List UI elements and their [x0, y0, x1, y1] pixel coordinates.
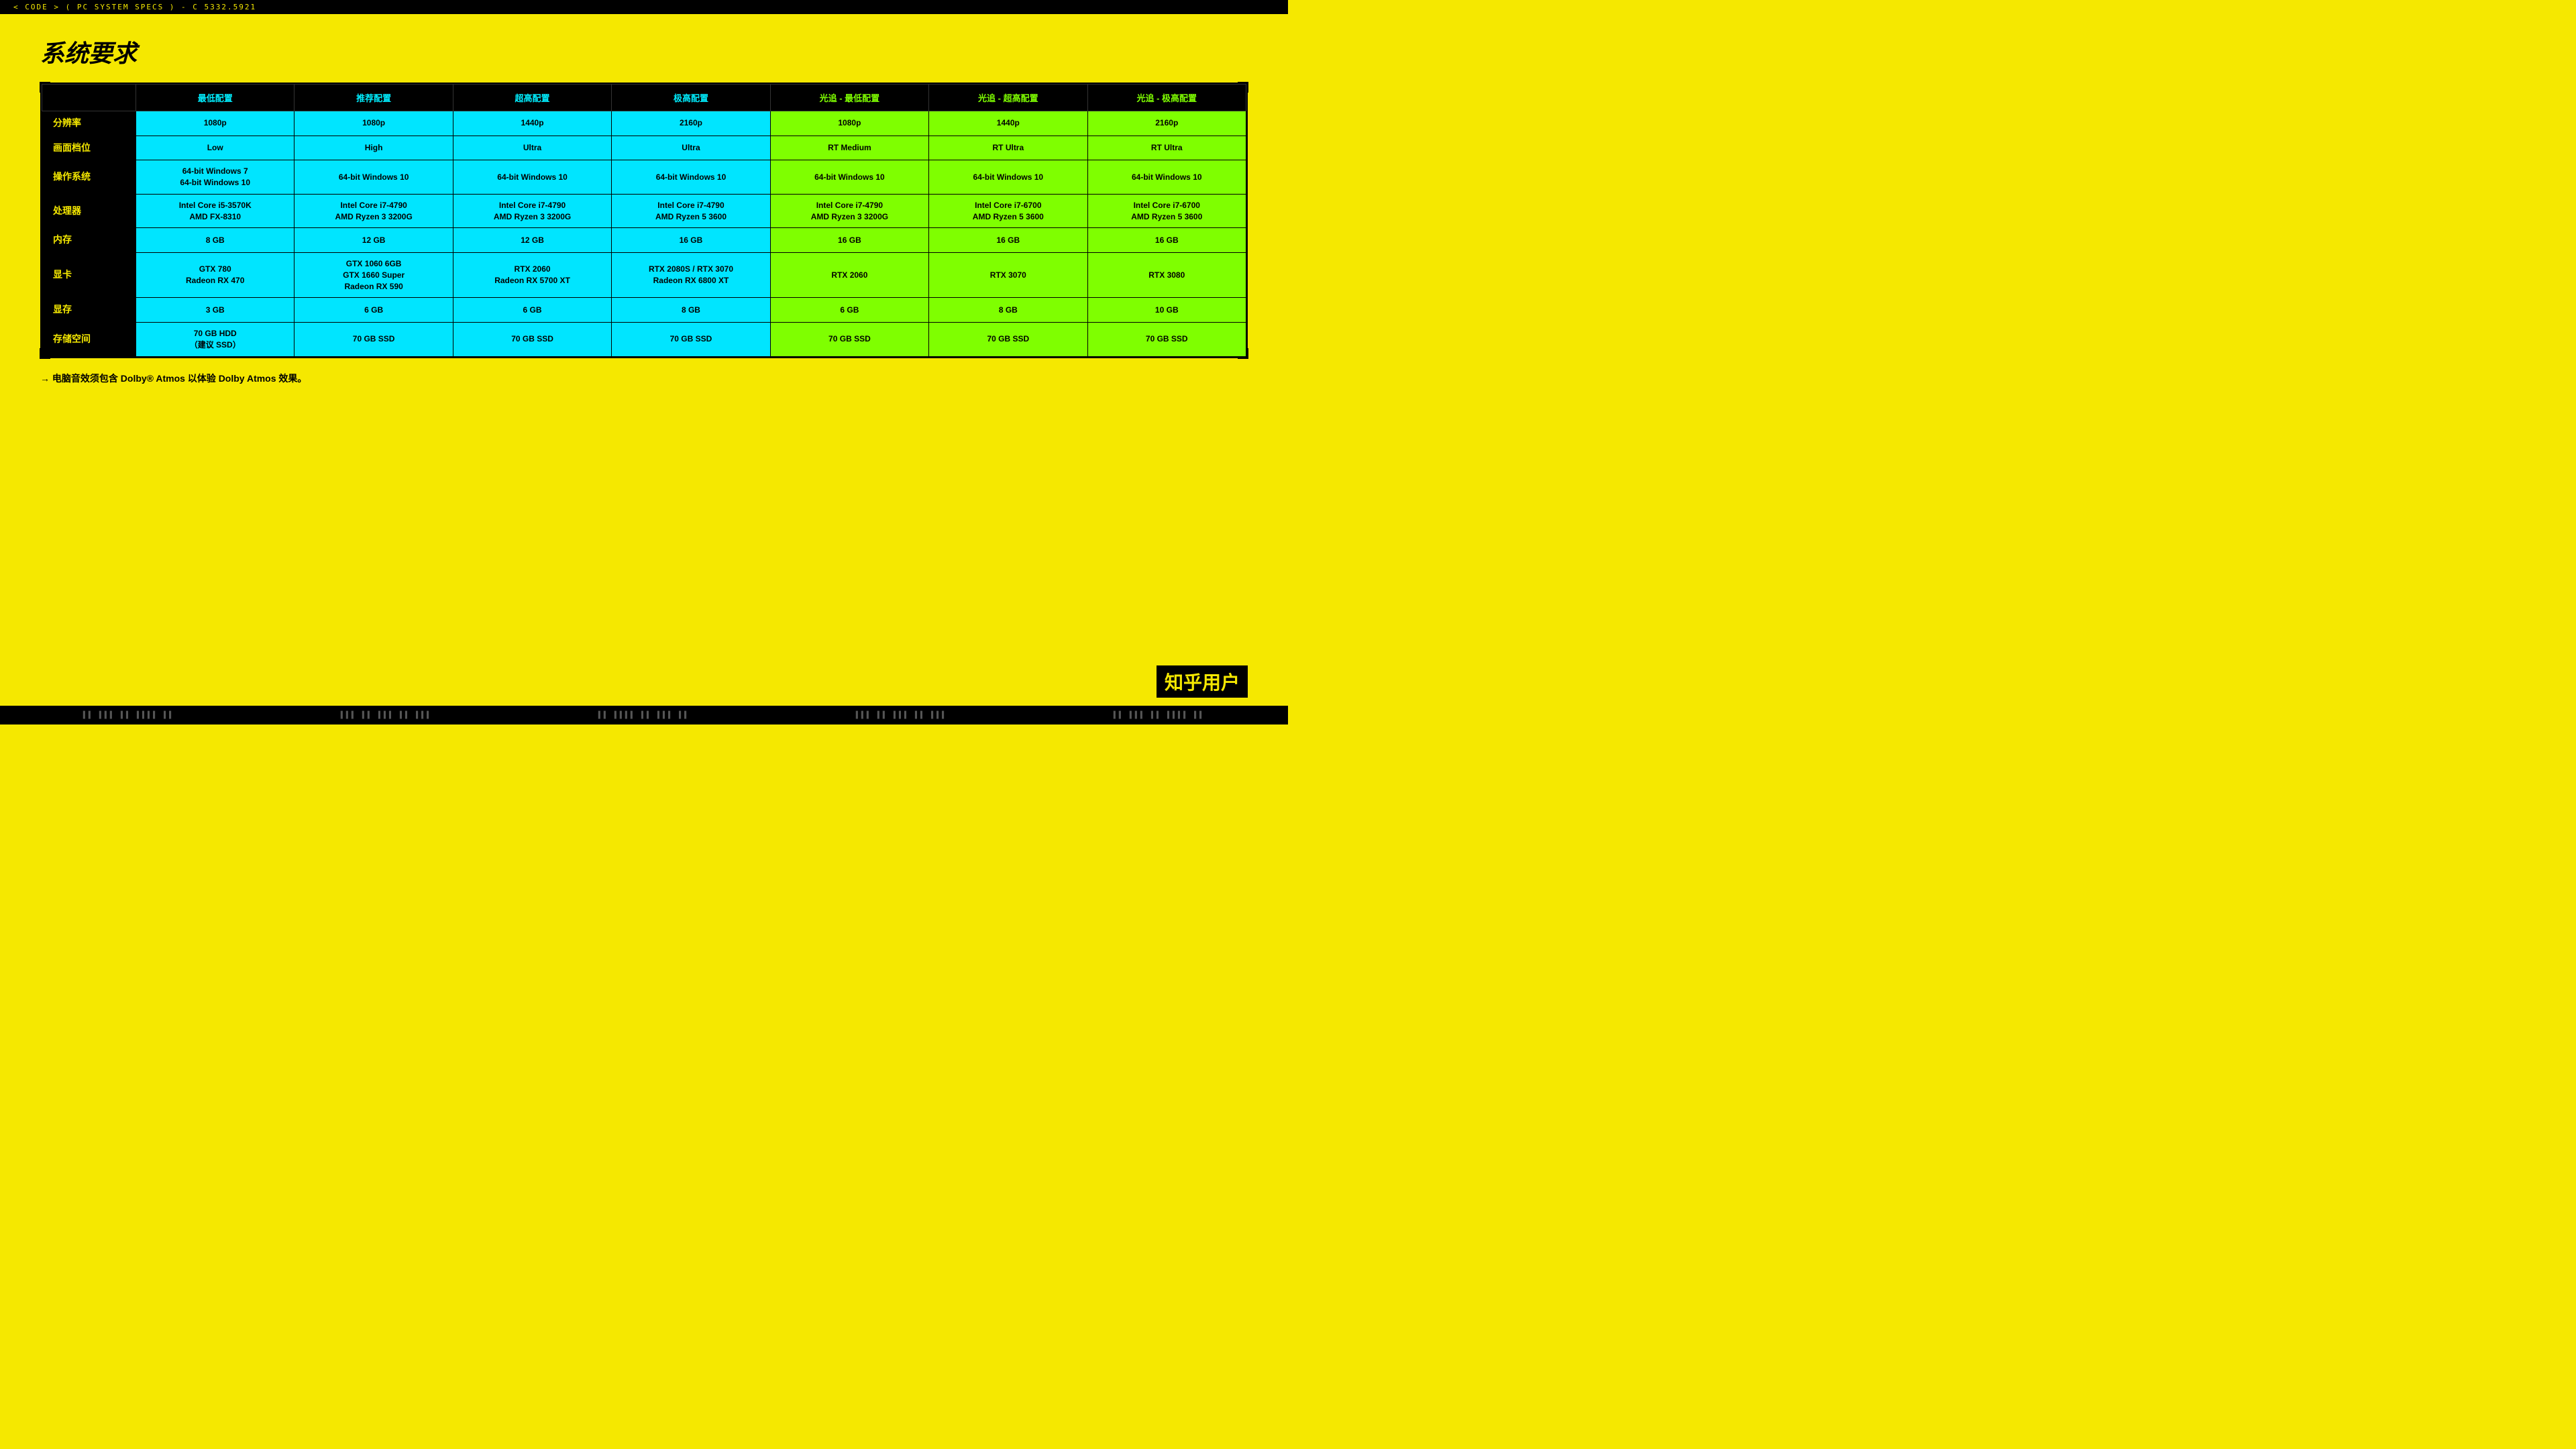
table-row: 操作系统64-bit Windows 7 64-bit Windows 1064… [42, 160, 1246, 195]
cell-3-2: Intel Core i7-4790 AMD Ryzen 3 3200G [453, 194, 611, 228]
cell-4-2: 12 GB [453, 228, 611, 253]
row-label-5: 显卡 [42, 252, 136, 297]
cell-2-6: 64-bit Windows 10 [1087, 160, 1246, 195]
row-label-0: 分辨率 [42, 111, 136, 136]
cell-0-6: 2160p [1087, 111, 1246, 136]
cell-3-5: Intel Core i7-6700 AMD Ryzen 5 3600 [929, 194, 1087, 228]
corner-br [1238, 348, 1248, 359]
table-row: 处理器Intel Core i5-3570K AMD FX-8310Intel … [42, 194, 1246, 228]
spec-table: 最低配置推荐配置超高配置极高配置光追 - 最低配置光追 - 超高配置光追 - 极… [42, 84, 1246, 357]
cell-6-2: 6 GB [453, 298, 611, 323]
cell-5-6: RTX 3080 [1087, 252, 1246, 297]
cell-4-4: 16 GB [770, 228, 928, 253]
top-bar-text: < CODE > ( PC SYSTEM SPECS ) - C 5332.59… [13, 3, 256, 11]
cell-6-0: 3 GB [136, 298, 294, 323]
cell-7-4: 70 GB SSD [770, 322, 928, 356]
header-col-2: 推荐配置 [294, 85, 453, 111]
row-label-6: 显存 [42, 298, 136, 323]
row-label-7: 存储空间 [42, 322, 136, 356]
cell-2-4: 64-bit Windows 10 [770, 160, 928, 195]
cell-3-1: Intel Core i7-4790 AMD Ryzen 3 3200G [294, 194, 453, 228]
cell-7-2: 70 GB SSD [453, 322, 611, 356]
cell-6-3: 8 GB [612, 298, 770, 323]
footer-note: 电脑音效须包含 Dolby® Atmos 以体验 Dolby Atmos 效果。 [40, 372, 1248, 385]
header-row: 最低配置推荐配置超高配置极高配置光追 - 最低配置光追 - 超高配置光追 - 极… [42, 85, 1246, 111]
table-row: 显存3 GB6 GB6 GB8 GB6 GB8 GB10 GB [42, 298, 1246, 323]
header-col-5: 光追 - 最低配置 [770, 85, 928, 111]
table-row: 存储空间70 GB HDD （建议 SSD）70 GB SSD70 GB SSD… [42, 322, 1246, 356]
cell-3-0: Intel Core i5-3570K AMD FX-8310 [136, 194, 294, 228]
row-label-3: 处理器 [42, 194, 136, 228]
cell-5-3: RTX 2080S / RTX 3070 Radeon RX 6800 XT [612, 252, 770, 297]
corner-tl [40, 82, 50, 93]
table-row: 画面档位LowHighUltraUltraRT MediumRT UltraRT… [42, 136, 1246, 160]
cell-0-3: 2160p [612, 111, 770, 136]
cell-1-3: Ultra [612, 136, 770, 160]
corner-tr [1238, 82, 1248, 93]
watermark: 知乎用户 [1157, 665, 1248, 698]
header-empty [42, 85, 136, 111]
row-label-2: 操作系统 [42, 160, 136, 195]
cell-0-0: 1080p [136, 111, 294, 136]
row-label-1: 画面档位 [42, 136, 136, 160]
cell-4-5: 16 GB [929, 228, 1087, 253]
cell-1-4: RT Medium [770, 136, 928, 160]
cell-1-6: RT Ultra [1087, 136, 1246, 160]
row-label-4: 内存 [42, 228, 136, 253]
cell-0-4: 1080p [770, 111, 928, 136]
cell-2-1: 64-bit Windows 10 [294, 160, 453, 195]
cell-5-0: GTX 780 Radeon RX 470 [136, 252, 294, 297]
bottom-bar: ▌▌ ▌▌▌ ▌▌ ▌▌▌▌ ▌▌ ▌▌▌ ▌▌ ▌▌▌ ▌▌ ▌▌▌ ▌▌ ▌… [0, 706, 1288, 724]
cell-3-4: Intel Core i7-4790 AMD Ryzen 3 3200G [770, 194, 928, 228]
cell-6-4: 6 GB [770, 298, 928, 323]
cell-2-3: 64-bit Windows 10 [612, 160, 770, 195]
top-bar: < CODE > ( PC SYSTEM SPECS ) - C 5332.59… [0, 0, 1288, 14]
cell-7-3: 70 GB SSD [612, 322, 770, 356]
cell-1-2: Ultra [453, 136, 611, 160]
spec-table-wrapper: 最低配置推荐配置超高配置极高配置光追 - 最低配置光追 - 超高配置光追 - 极… [40, 83, 1248, 358]
cell-7-1: 70 GB SSD [294, 322, 453, 356]
header-col-7: 光追 - 极高配置 [1087, 85, 1246, 111]
cell-5-2: RTX 2060 Radeon RX 5700 XT [453, 252, 611, 297]
table-row: 内存8 GB12 GB12 GB16 GB16 GB16 GB16 GB [42, 228, 1246, 253]
cell-7-0: 70 GB HDD （建议 SSD） [136, 322, 294, 356]
cell-0-5: 1440p [929, 111, 1087, 136]
header-col-3: 超高配置 [453, 85, 611, 111]
main-content: 系统要求 最低配置推荐配置超高配置极高配置光追 - 最低配置光追 - 超高配置光… [0, 14, 1288, 398]
cell-5-4: RTX 2060 [770, 252, 928, 297]
header-col-4: 极高配置 [612, 85, 770, 111]
corner-bl [40, 348, 50, 359]
cell-0-1: 1080p [294, 111, 453, 136]
cell-0-2: 1440p [453, 111, 611, 136]
cell-5-1: GTX 1060 6GB GTX 1660 Super Radeon RX 59… [294, 252, 453, 297]
cell-2-2: 64-bit Windows 10 [453, 160, 611, 195]
header-col-1: 最低配置 [136, 85, 294, 111]
cell-6-1: 6 GB [294, 298, 453, 323]
page-title: 系统要求 [40, 34, 1248, 69]
cell-3-3: Intel Core i7-4790 AMD Ryzen 5 3600 [612, 194, 770, 228]
table-body: 分辨率1080p1080p1440p2160p1080p1440p2160p画面… [42, 111, 1246, 357]
cell-4-6: 16 GB [1087, 228, 1246, 253]
table-row: 显卡GTX 780 Radeon RX 470GTX 1060 6GB GTX … [42, 252, 1246, 297]
cell-6-5: 8 GB [929, 298, 1087, 323]
cell-4-1: 12 GB [294, 228, 453, 253]
header-col-6: 光追 - 超高配置 [929, 85, 1087, 111]
cell-1-0: Low [136, 136, 294, 160]
cell-5-5: RTX 3070 [929, 252, 1087, 297]
cell-1-5: RT Ultra [929, 136, 1087, 160]
cell-4-3: 16 GB [612, 228, 770, 253]
cell-2-5: 64-bit Windows 10 [929, 160, 1087, 195]
cell-2-0: 64-bit Windows 7 64-bit Windows 10 [136, 160, 294, 195]
cell-3-6: Intel Core i7-6700 AMD Ryzen 5 3600 [1087, 194, 1246, 228]
table-header: 最低配置推荐配置超高配置极高配置光追 - 最低配置光追 - 超高配置光追 - 极… [42, 85, 1246, 111]
cell-7-5: 70 GB SSD [929, 322, 1087, 356]
cell-7-6: 70 GB SSD [1087, 322, 1246, 356]
cell-1-1: High [294, 136, 453, 160]
cell-4-0: 8 GB [136, 228, 294, 253]
table-row: 分辨率1080p1080p1440p2160p1080p1440p2160p [42, 111, 1246, 136]
cell-6-6: 10 GB [1087, 298, 1246, 323]
